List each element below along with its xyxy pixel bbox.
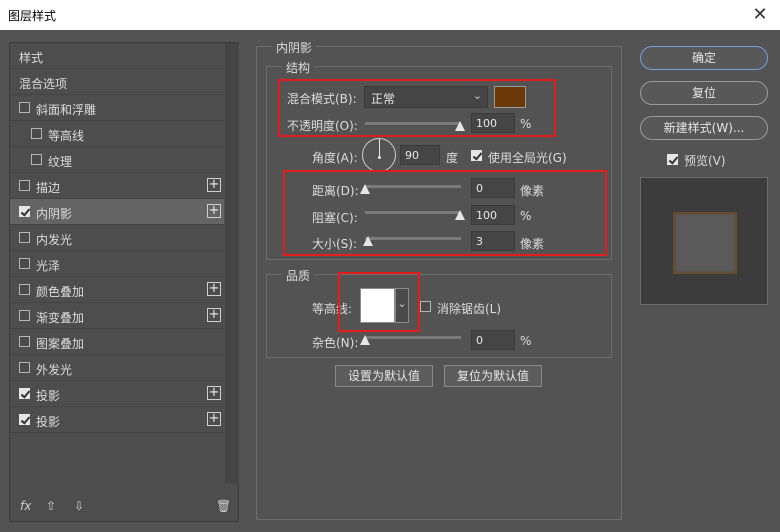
structure-title: 结构 xyxy=(282,59,315,76)
style-checkbox[interactable] xyxy=(19,284,30,295)
anti-alias-checkbox[interactable] xyxy=(420,301,431,312)
add-effect-plus-icon[interactable]: + xyxy=(207,412,221,426)
style-checkbox[interactable] xyxy=(19,310,30,321)
angle-dial-needle xyxy=(379,139,380,156)
style-list-scrollbar[interactable] xyxy=(225,43,239,483)
angle-input[interactable]: 90 xyxy=(400,145,440,165)
angle-dial[interactable] xyxy=(362,138,396,172)
preview-swatch xyxy=(673,212,737,274)
style-checkbox[interactable] xyxy=(19,180,30,191)
style-list-item[interactable]: 投影 + xyxy=(10,381,224,407)
style-list-label: 纹理 xyxy=(48,155,73,169)
close-icon[interactable]: ✕ xyxy=(740,0,780,30)
style-list-item[interactable]: 内发光 xyxy=(10,225,224,251)
title-bar: 图层样式 ✕ xyxy=(0,0,780,30)
style-list-label: 投影 xyxy=(36,415,61,429)
style-list-label: 斜面和浮雕 xyxy=(36,103,97,117)
style-list-item[interactable]: 纹理 xyxy=(10,147,224,173)
style-checkbox[interactable] xyxy=(19,414,30,425)
style-checkbox[interactable] xyxy=(19,388,30,399)
preview-label: 预览(V) xyxy=(684,154,726,168)
style-checkbox[interactable] xyxy=(19,232,30,243)
add-effect-plus-icon[interactable]: + xyxy=(207,178,221,192)
style-list-label: 投影 xyxy=(36,389,61,403)
anti-alias-label: 消除锯齿(L) xyxy=(437,302,502,316)
preview-checkbox[interactable] xyxy=(667,154,678,165)
style-list-item[interactable]: 投影 + xyxy=(10,407,224,433)
highlight-box-blend-opacity xyxy=(278,79,556,137)
style-list-label: 等高线 xyxy=(48,129,85,143)
new-style-button[interactable]: 新建样式(W)... xyxy=(640,116,768,140)
noise-input[interactable]: 0 xyxy=(471,330,515,350)
style-checkbox[interactable] xyxy=(19,258,30,269)
noise-slider[interactable] xyxy=(365,336,461,339)
style-list-item[interactable]: 等高线 xyxy=(10,121,224,147)
style-checkbox[interactable] xyxy=(19,362,30,373)
style-list-label: 渐变叠加 xyxy=(36,311,85,325)
reset-button[interactable]: 复位 xyxy=(640,81,768,105)
style-checkbox[interactable] xyxy=(19,336,30,347)
highlight-box-distance-size xyxy=(283,170,607,256)
style-list-footer: fx ⇧ ⇩ 🗑 xyxy=(10,491,238,521)
move-up-icon[interactable]: ⇧ xyxy=(46,499,56,513)
style-checkbox[interactable] xyxy=(31,154,42,165)
style-list-item[interactable]: 内阴影 + xyxy=(10,199,224,225)
preview-pane xyxy=(640,177,768,305)
add-effect-plus-icon[interactable]: + xyxy=(207,282,221,296)
style-list: 样式混合选项斜面和浮雕等高线纹理描边 + 内阴影 + 内发光光泽颜色叠加 + 渐变叠加 + 图案… xyxy=(10,43,224,483)
set-default-button[interactable]: 设置为默认值 xyxy=(335,365,433,387)
window-title: 图层样式 xyxy=(8,9,57,23)
noise-unit: % xyxy=(520,334,532,348)
noise-slider-knob[interactable] xyxy=(360,335,370,345)
style-list-label: 外发光 xyxy=(36,363,73,377)
style-list-label: 内阴影 xyxy=(36,207,73,221)
angle-label: 角度(A): xyxy=(312,151,358,165)
style-list-item[interactable]: 混合选项 xyxy=(10,69,224,95)
style-checkbox[interactable] xyxy=(31,128,42,139)
style-list-item[interactable]: 描边 + xyxy=(10,173,224,199)
add-effect-plus-icon[interactable]: + xyxy=(207,386,221,400)
style-list-item[interactable]: 光泽 xyxy=(10,251,224,277)
ok-button[interactable]: 确定 xyxy=(640,46,768,70)
move-down-icon[interactable]: ⇩ xyxy=(74,499,84,513)
fx-icon[interactable]: fx xyxy=(20,499,31,513)
style-list-panel: 样式混合选项斜面和浮雕等高线纹理描边 + 内阴影 + 内发光光泽颜色叠加 + 渐变叠加 + 图案… xyxy=(9,42,239,522)
style-list-label: 描边 xyxy=(36,181,61,195)
style-list-item[interactable]: 样式 xyxy=(10,43,224,69)
global-light-label: 使用全局光(G) xyxy=(488,151,567,165)
style-list-label: 颜色叠加 xyxy=(36,285,85,299)
highlight-box-contour xyxy=(338,272,420,332)
style-checkbox[interactable] xyxy=(19,102,30,113)
style-checkbox[interactable] xyxy=(19,206,30,217)
style-list-label: 光泽 xyxy=(36,259,61,273)
noise-label: 杂色(N): xyxy=(312,336,359,350)
add-effect-plus-icon[interactable]: + xyxy=(207,204,221,218)
style-list-label: 图案叠加 xyxy=(36,337,85,351)
style-list-label: 内发光 xyxy=(36,233,73,247)
trash-icon[interactable]: 🗑 xyxy=(216,499,231,513)
reset-default-button[interactable]: 复位为默认值 xyxy=(444,365,542,387)
angle-dial-center xyxy=(378,156,381,159)
style-list-item[interactable]: 外发光 xyxy=(10,355,224,381)
style-list-item[interactable]: 渐变叠加 + xyxy=(10,303,224,329)
inner-shadow-title: 内阴影 xyxy=(272,39,317,56)
style-list-item[interactable]: 颜色叠加 + xyxy=(10,277,224,303)
style-list-item[interactable]: 图案叠加 xyxy=(10,329,224,355)
angle-unit: 度 xyxy=(446,151,459,165)
quality-title: 品质 xyxy=(282,267,315,284)
style-list-item[interactable]: 斜面和浮雕 xyxy=(10,95,224,121)
style-list-label: 混合选项 xyxy=(19,77,68,91)
global-light-checkbox[interactable] xyxy=(471,150,482,161)
add-effect-plus-icon[interactable]: + xyxy=(207,308,221,322)
style-list-label: 样式 xyxy=(19,51,44,65)
